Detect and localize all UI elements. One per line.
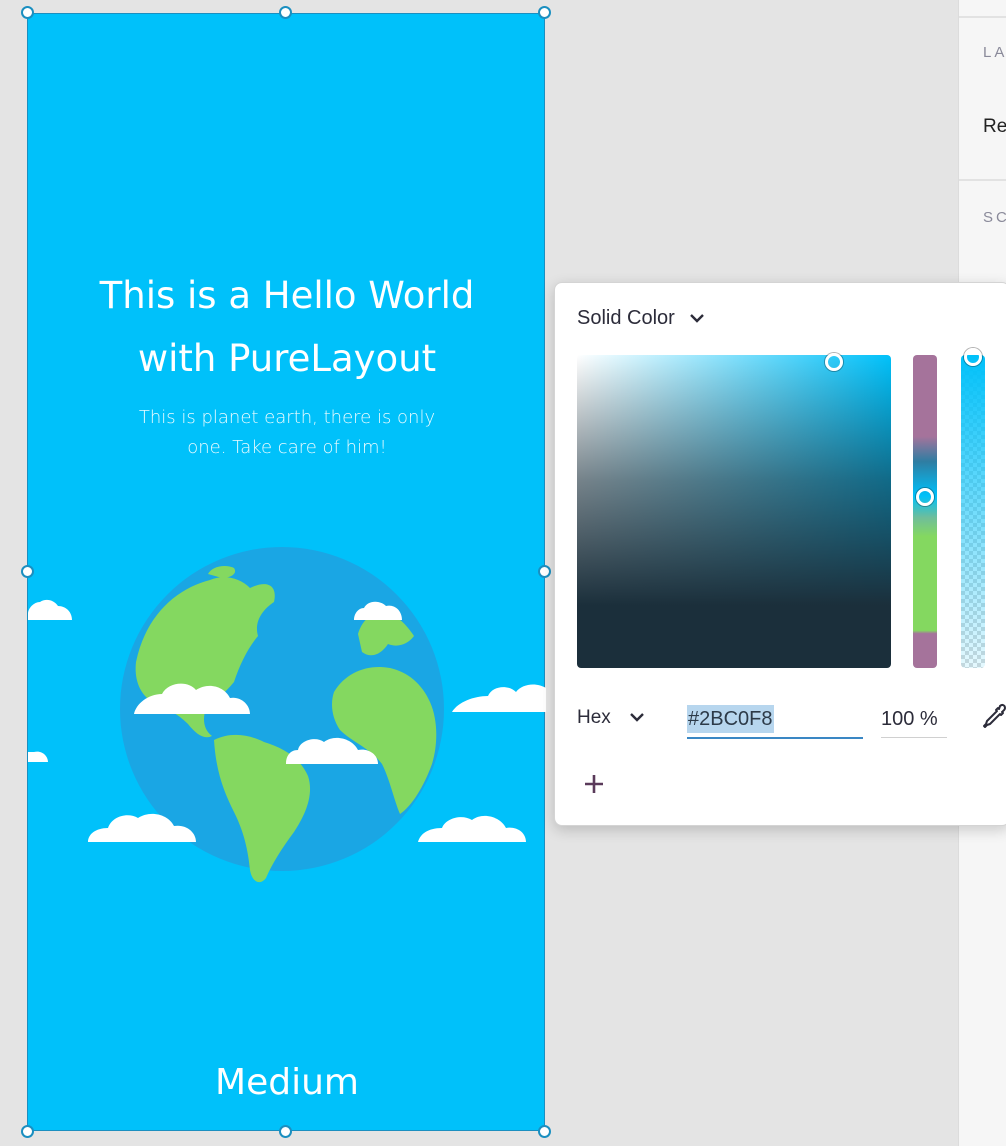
saturation-value-knob[interactable]: [825, 353, 843, 371]
section-value[interactable]: Re: [983, 116, 1006, 138]
headline-line-1: This is a Hello World: [99, 274, 475, 317]
opacity-slider-knob[interactable]: [964, 348, 982, 366]
resize-handle-bottom-right[interactable]: [538, 1125, 551, 1138]
cloud: [28, 751, 48, 762]
resize-handle-top-right[interactable]: [538, 6, 551, 19]
color-picker-popover: Solid Color Hex #2BC0F8: [554, 282, 1006, 826]
section-label: SC: [983, 209, 1006, 226]
hue-slider-knob[interactable]: [916, 488, 934, 506]
eyedropper-icon[interactable]: [981, 703, 1006, 736]
subtext: This is planet earth, there is only one.…: [128, 403, 446, 463]
resize-handle-bottom[interactable]: [279, 1125, 292, 1138]
headline-line-2: with PureLayout: [137, 337, 437, 380]
cloud: [28, 599, 72, 620]
subtext-line-1: This is planet earth, there is only: [138, 407, 436, 428]
cloud: [418, 815, 526, 842]
brand-wordmark: Medium: [215, 1062, 359, 1103]
fill-type-label: Solid Color: [577, 307, 675, 329]
fill-type-dropdown[interactable]: Solid Color: [577, 307, 705, 330]
resize-handle-top[interactable]: [279, 6, 292, 19]
subtext-line-2: one. Take care of him!: [187, 437, 387, 458]
color-value-row: Hex #2BC0F8: [577, 701, 1006, 741]
resize-handle-left[interactable]: [21, 565, 34, 578]
chevron-down-icon: [689, 310, 705, 328]
resize-handle-bottom-left[interactable]: [21, 1125, 34, 1138]
inspector-section-layout: LA Re: [959, 16, 1006, 180]
resize-handle-right[interactable]: [538, 565, 551, 578]
hue-slider[interactable]: [913, 355, 937, 668]
hex-value-selection: #2BC0F8: [687, 705, 774, 733]
opacity-input[interactable]: [881, 701, 947, 738]
saturation-value-area[interactable]: [577, 353, 891, 668]
earth-illustration: [28, 547, 546, 883]
plus-icon[interactable]: [583, 773, 605, 800]
color-format-label[interactable]: Hex: [577, 707, 611, 729]
opacity-slider[interactable]: [961, 348, 985, 668]
artboard[interactable]: This is a Hello World with PureLayout Th…: [27, 13, 546, 1131]
headline: This is a Hello World with PureLayout: [28, 264, 546, 390]
resize-handle-top-left[interactable]: [21, 6, 34, 19]
section-label: LA: [983, 44, 1006, 61]
chevron-down-icon[interactable]: [629, 709, 645, 727]
cloud: [452, 684, 546, 712]
inspector-section-2: SC: [959, 179, 1006, 281]
